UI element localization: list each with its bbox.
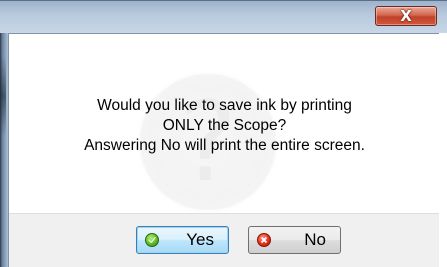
- close-icon: X: [400, 7, 412, 25]
- window-frame-shadow: [0, 56, 6, 136]
- yes-button-label: Yes: [186, 230, 214, 249]
- no-button[interactable]: No: [248, 226, 341, 254]
- dialog-body: ? Would you like to save ink by printing…: [8, 33, 439, 267]
- title-bar[interactable]: X: [0, 0, 447, 33]
- dialog-window: X ? Would you like to save ink by printi…: [0, 0, 447, 267]
- message-line-1: Would you like to save ink by printing: [97, 97, 352, 114]
- close-button[interactable]: X: [375, 6, 437, 26]
- yes-button[interactable]: Yes: [136, 226, 229, 254]
- no-button-label: No: [304, 230, 326, 249]
- button-bar: Yes No: [9, 213, 439, 267]
- message-line-2: ONLY the Scope?: [162, 117, 287, 134]
- dialog-message: Would you like to save ink by printing O…: [9, 96, 439, 156]
- message-line-3: Answering No will print the entire scree…: [84, 137, 365, 154]
